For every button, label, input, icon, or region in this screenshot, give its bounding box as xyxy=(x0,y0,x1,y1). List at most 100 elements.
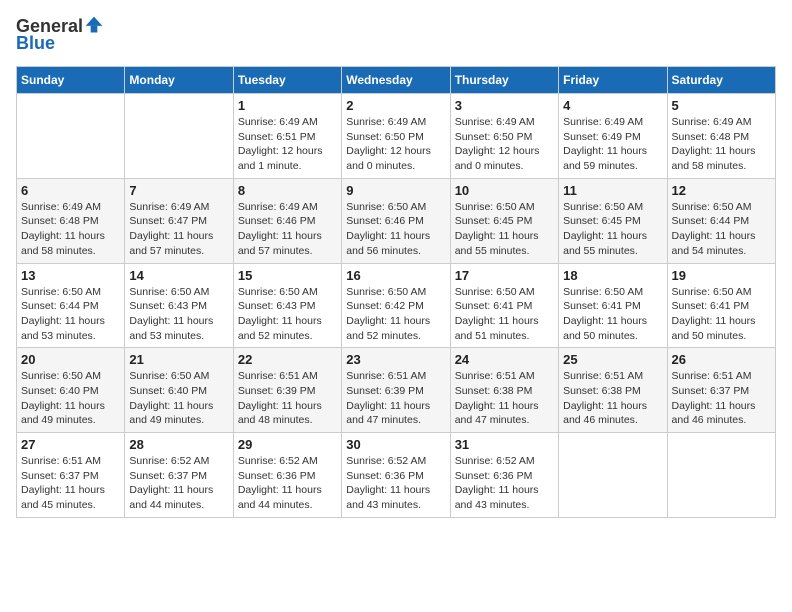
day-info: Sunrise: 6:50 AM Sunset: 6:43 PM Dayligh… xyxy=(238,285,337,344)
calendar-day-cell xyxy=(17,94,125,179)
day-number: 29 xyxy=(238,437,337,452)
calendar-day-cell: 13 Sunrise: 6:50 AM Sunset: 6:44 PM Dayli… xyxy=(17,263,125,348)
day-info: Sunrise: 6:50 AM Sunset: 6:41 PM Dayligh… xyxy=(563,285,662,344)
logo-triangle-icon xyxy=(84,15,104,35)
day-number: 15 xyxy=(238,268,337,283)
day-info: Sunrise: 6:51 AM Sunset: 6:38 PM Dayligh… xyxy=(455,369,554,428)
calendar-day-cell: 25 Sunrise: 6:51 AM Sunset: 6:38 PM Dayli… xyxy=(559,348,667,433)
day-number: 16 xyxy=(346,268,445,283)
calendar-day-cell: 7 Sunrise: 6:49 AM Sunset: 6:47 PM Daylig… xyxy=(125,178,233,263)
day-number: 28 xyxy=(129,437,228,452)
day-number: 5 xyxy=(672,98,771,113)
calendar-day-cell: 8Sunrise: 6:49 AM Sunset: 6:46 PM Daylig… xyxy=(233,178,341,263)
day-number: 2 xyxy=(346,98,445,113)
day-info: Sunrise: 6:51 AM Sunset: 6:37 PM Dayligh… xyxy=(21,454,120,513)
day-number: 10 xyxy=(455,183,554,198)
calendar-day-cell: 16 Sunrise: 6:50 AM Sunset: 6:42 PM Dayli… xyxy=(342,263,450,348)
day-number: 18 xyxy=(563,268,662,283)
day-info: Sunrise: 6:49 AM Sunset: 6:48 PM Dayligh… xyxy=(21,200,120,259)
calendar-header-row: SundayMondayTuesdayWednesdayThursdayFrid… xyxy=(17,67,776,94)
calendar-day-cell: 30 Sunrise: 6:52 AM Sunset: 6:36 PM Dayli… xyxy=(342,433,450,518)
calendar-day-cell: 11Sunrise: 6:50 AM Sunset: 6:45 PM Dayli… xyxy=(559,178,667,263)
calendar-week-row: 27 Sunrise: 6:51 AM Sunset: 6:37 PM Dayli… xyxy=(17,433,776,518)
day-info: Sunrise: 6:50 AM Sunset: 6:41 PM Dayligh… xyxy=(672,285,771,344)
day-number: 3 xyxy=(455,98,554,113)
calendar-day-cell: 24 Sunrise: 6:51 AM Sunset: 6:38 PM Dayli… xyxy=(450,348,558,433)
day-info: Sunrise: 6:51 AM Sunset: 6:37 PM Dayligh… xyxy=(672,369,771,428)
day-number: 22 xyxy=(238,352,337,367)
calendar-day-cell: 10 Sunrise: 6:50 AM Sunset: 6:45 PM Dayli… xyxy=(450,178,558,263)
day-info: Sunrise: 6:50 AM Sunset: 6:42 PM Dayligh… xyxy=(346,285,445,344)
weekday-header: Tuesday xyxy=(233,67,341,94)
calendar-day-cell xyxy=(125,94,233,179)
calendar-day-cell: 9 Sunrise: 6:50 AM Sunset: 6:46 PM Daylig… xyxy=(342,178,450,263)
calendar-day-cell: 1 Sunrise: 6:49 AM Sunset: 6:51 PM Daylig… xyxy=(233,94,341,179)
day-info: Sunrise: 6:49 AM Sunset: 6:47 PM Dayligh… xyxy=(129,200,228,259)
day-info: Sunrise: 6:52 AM Sunset: 6:36 PM Dayligh… xyxy=(346,454,445,513)
day-number: 7 xyxy=(129,183,228,198)
day-number: 30 xyxy=(346,437,445,452)
day-info: Sunrise: 6:50 AM Sunset: 6:40 PM Dayligh… xyxy=(129,369,228,428)
day-number: 23 xyxy=(346,352,445,367)
weekday-header: Friday xyxy=(559,67,667,94)
calendar-week-row: 20 Sunrise: 6:50 AM Sunset: 6:40 PM Dayli… xyxy=(17,348,776,433)
day-number: 4 xyxy=(563,98,662,113)
day-info: Sunrise: 6:50 AM Sunset: 6:40 PM Dayligh… xyxy=(21,369,120,428)
calendar-day-cell: 18 Sunrise: 6:50 AM Sunset: 6:41 PM Dayli… xyxy=(559,263,667,348)
day-info: Sunrise: 6:49 AM Sunset: 6:51 PM Dayligh… xyxy=(238,115,337,174)
calendar-day-cell: 2 Sunrise: 6:49 AM Sunset: 6:50 PM Daylig… xyxy=(342,94,450,179)
day-number: 9 xyxy=(346,183,445,198)
day-info: Sunrise: 6:52 AM Sunset: 6:36 PM Dayligh… xyxy=(238,454,337,513)
day-number: 17 xyxy=(455,268,554,283)
calendar-day-cell: 3 Sunrise: 6:49 AM Sunset: 6:50 PM Daylig… xyxy=(450,94,558,179)
day-info: Sunrise: 6:50 AM Sunset: 6:45 PM Dayligh… xyxy=(455,200,554,259)
weekday-header: Saturday xyxy=(667,67,775,94)
calendar-day-cell: 4 Sunrise: 6:49 AM Sunset: 6:49 PM Daylig… xyxy=(559,94,667,179)
day-number: 6 xyxy=(21,183,120,198)
day-info: Sunrise: 6:50 AM Sunset: 6:41 PM Dayligh… xyxy=(455,285,554,344)
calendar-day-cell xyxy=(667,433,775,518)
day-number: 13 xyxy=(21,268,120,283)
day-info: Sunrise: 6:50 AM Sunset: 6:46 PM Dayligh… xyxy=(346,200,445,259)
day-info: Sunrise: 6:51 AM Sunset: 6:39 PM Dayligh… xyxy=(346,369,445,428)
day-info: Sunrise: 6:49 AM Sunset: 6:50 PM Dayligh… xyxy=(346,115,445,174)
day-info: Sunrise: 6:52 AM Sunset: 6:36 PM Dayligh… xyxy=(455,454,554,513)
day-number: 27 xyxy=(21,437,120,452)
day-info: Sunrise: 6:49 AM Sunset: 6:46 PM Dayligh… xyxy=(238,200,337,259)
day-info: Sunrise: 6:49 AM Sunset: 6:50 PM Dayligh… xyxy=(455,115,554,174)
calendar-week-row: 6 Sunrise: 6:49 AM Sunset: 6:48 PM Daylig… xyxy=(17,178,776,263)
day-number: 24 xyxy=(455,352,554,367)
day-number: 19 xyxy=(672,268,771,283)
calendar-day-cell: 28Sunrise: 6:52 AM Sunset: 6:37 PM Dayli… xyxy=(125,433,233,518)
day-number: 12 xyxy=(672,183,771,198)
calendar-day-cell: 20 Sunrise: 6:50 AM Sunset: 6:40 PM Dayli… xyxy=(17,348,125,433)
calendar-day-cell: 26 Sunrise: 6:51 AM Sunset: 6:37 PM Dayli… xyxy=(667,348,775,433)
calendar-day-cell: 6 Sunrise: 6:49 AM Sunset: 6:48 PM Daylig… xyxy=(17,178,125,263)
day-number: 26 xyxy=(672,352,771,367)
calendar-day-cell: 5 Sunrise: 6:49 AM Sunset: 6:48 PM Daylig… xyxy=(667,94,775,179)
weekday-header: Thursday xyxy=(450,67,558,94)
calendar-day-cell: 14Sunrise: 6:50 AM Sunset: 6:43 PM Dayli… xyxy=(125,263,233,348)
day-number: 21 xyxy=(129,352,228,367)
day-number: 14 xyxy=(129,268,228,283)
day-number: 11 xyxy=(563,183,662,198)
calendar-day-cell: 19 Sunrise: 6:50 AM Sunset: 6:41 PM Dayli… xyxy=(667,263,775,348)
day-number: 25 xyxy=(563,352,662,367)
calendar-day-cell: 15 Sunrise: 6:50 AM Sunset: 6:43 PM Dayli… xyxy=(233,263,341,348)
calendar-week-row: 13 Sunrise: 6:50 AM Sunset: 6:44 PM Dayli… xyxy=(17,263,776,348)
day-number: 1 xyxy=(238,98,337,113)
weekday-header: Sunday xyxy=(17,67,125,94)
calendar-day-cell: 23 Sunrise: 6:51 AM Sunset: 6:39 PM Dayli… xyxy=(342,348,450,433)
calendar-day-cell xyxy=(559,433,667,518)
day-info: Sunrise: 6:50 AM Sunset: 6:44 PM Dayligh… xyxy=(21,285,120,344)
calendar-week-row: 1 Sunrise: 6:49 AM Sunset: 6:51 PM Daylig… xyxy=(17,94,776,179)
calendar-day-cell: 29 Sunrise: 6:52 AM Sunset: 6:36 PM Dayli… xyxy=(233,433,341,518)
day-info: Sunrise: 6:49 AM Sunset: 6:49 PM Dayligh… xyxy=(563,115,662,174)
logo: General Blue xyxy=(16,16,105,54)
day-number: 20 xyxy=(21,352,120,367)
day-info: Sunrise: 6:51 AM Sunset: 6:38 PM Dayligh… xyxy=(563,369,662,428)
day-number: 31 xyxy=(455,437,554,452)
day-info: Sunrise: 6:49 AM Sunset: 6:48 PM Dayligh… xyxy=(672,115,771,174)
day-info: Sunrise: 6:50 AM Sunset: 6:44 PM Dayligh… xyxy=(672,200,771,259)
weekday-header: Monday xyxy=(125,67,233,94)
